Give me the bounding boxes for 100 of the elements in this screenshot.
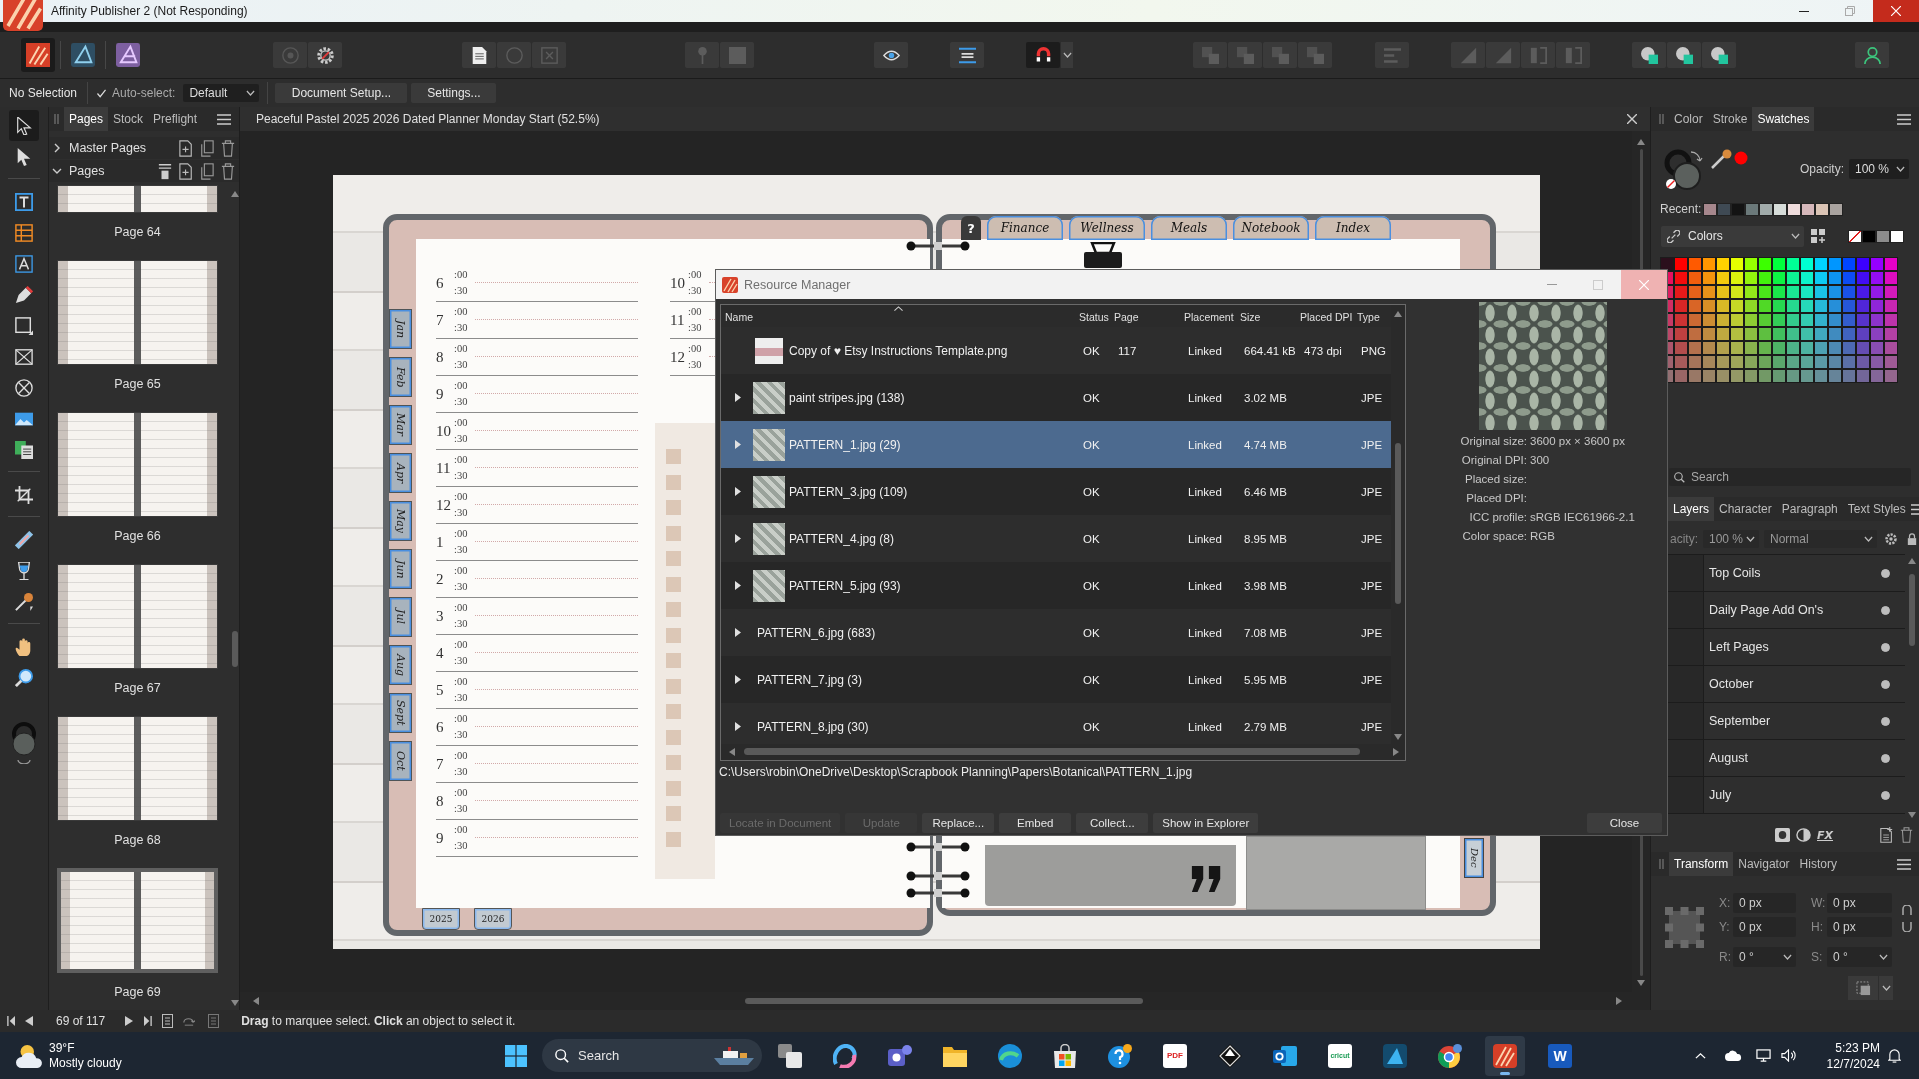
panel-tab[interactable]: Stroke — [1707, 107, 1753, 131]
swatch-icon[interactable] — [1786, 285, 1800, 299]
swatch-icon[interactable] — [1800, 341, 1814, 355]
swatch-icon[interactable] — [1772, 369, 1786, 383]
visibility-dot-icon[interactable] — [1881, 605, 1890, 615]
swatch-icon[interactable] — [1674, 341, 1688, 355]
month-tab[interactable]: Jul — [389, 597, 412, 637]
square-dashed-icon[interactable] — [1855, 980, 1871, 996]
settings-button[interactable]: Settings... — [411, 83, 497, 103]
swatch-icon[interactable] — [1772, 299, 1786, 313]
crop-icon[interactable] — [15, 485, 33, 504]
arrow-up-icon[interactable] — [1908, 558, 1916, 564]
grip-icon[interactable] — [54, 114, 59, 124]
trash-icon[interactable] — [221, 139, 235, 157]
swatch-icon[interactable] — [1744, 271, 1758, 285]
page-thumbnail[interactable] — [57, 868, 218, 973]
insert-icon[interactable] — [158, 162, 172, 180]
arrow-down-icon[interactable] — [231, 1000, 239, 1006]
swatch-icon[interactable] — [1744, 313, 1758, 327]
shapes-icon[interactable] — [1710, 46, 1728, 64]
swatch-icon[interactable] — [1800, 313, 1814, 327]
toolbar-button[interactable] — [1702, 42, 1736, 68]
minimize-icon[interactable] — [1799, 10, 1809, 12]
clock-time[interactable]: 5:23 PM — [1835, 1039, 1880, 1056]
squares-icon[interactable] — [778, 1043, 802, 1068]
swatch-icon[interactable] — [1800, 355, 1814, 369]
swatch-icon[interactable] — [1716, 313, 1730, 327]
show-in-explorer-button[interactable]: Show in Explorer — [1153, 813, 1259, 833]
swatch-icon[interactable] — [1772, 285, 1786, 299]
panel-tab[interactable]: Character — [1714, 497, 1777, 521]
expand-triangle-icon[interactable] — [735, 393, 741, 402]
column-header[interactable]: Size — [1236, 305, 1296, 327]
search-input[interactable]: Search — [1691, 470, 1891, 484]
swatch-icon[interactable] — [1744, 257, 1758, 271]
swatch-icon[interactable] — [1870, 355, 1884, 369]
visibility-dot-icon[interactable] — [1881, 753, 1890, 763]
arrow-right-icon[interactable] — [1393, 748, 1399, 756]
swatch-icon[interactable] — [1814, 355, 1828, 369]
column-header[interactable]: Status — [1075, 305, 1110, 327]
toolbar-button[interactable] — [874, 42, 908, 68]
arrow-down-icon[interactable] — [1637, 980, 1645, 986]
swatch-icon[interactable] — [1731, 202, 1745, 216]
swatch-icon[interactable] — [1884, 369, 1898, 383]
swatch-icon[interactable] — [1688, 271, 1702, 285]
swatch-icon[interactable] — [1674, 313, 1688, 327]
panel-tab[interactable]: Swatches — [1752, 107, 1815, 131]
opacity-dropdown[interactable]: 100 % — [1703, 530, 1759, 548]
link-icon[interactable] — [1901, 905, 1913, 932]
toolbar-button[interactable] — [1667, 42, 1701, 68]
swatch-icon[interactable] — [1828, 341, 1842, 355]
hand-icon[interactable] — [15, 637, 33, 656]
shapes-icon[interactable] — [1675, 46, 1693, 64]
column-header[interactable]: Page — [1110, 305, 1180, 327]
swatch-icon[interactable] — [1870, 299, 1884, 313]
first-icon[interactable] — [7, 1016, 15, 1026]
search-field[interactable]: Search — [542, 1039, 762, 1072]
menu-icon[interactable] — [1897, 113, 1911, 125]
swatch-icon[interactable] — [1674, 327, 1688, 341]
swatch-icon[interactable] — [1814, 285, 1828, 299]
swatch-icon[interactable] — [1814, 257, 1828, 271]
mode-dropdown[interactable]: Default — [183, 84, 260, 102]
chevron-right-icon[interactable] — [54, 143, 60, 153]
swatch-icon[interactable] — [1702, 327, 1716, 341]
scroll-thumb[interactable] — [1909, 574, 1915, 646]
page-thumbnail[interactable] — [57, 564, 218, 669]
swatch-icon[interactable] — [1876, 229, 1890, 243]
arrow-left-icon[interactable] — [253, 997, 259, 1005]
chevron-down-icon[interactable] — [1881, 985, 1891, 991]
scroll-thumb[interactable] — [744, 748, 1360, 755]
arrow-left-icon[interactable] — [729, 748, 735, 756]
swatch-icon[interactable] — [1730, 285, 1744, 299]
grip-icon[interactable] — [1659, 114, 1664, 124]
taskbar-button[interactable]: W — [1540, 1035, 1580, 1076]
input-field[interactable]: 0 px — [1733, 917, 1796, 937]
scroll-thumb[interactable] — [1395, 443, 1401, 604]
table-row[interactable]: PATTERN_1.jpg (29) OK Linked 4.74 MB JPE — [721, 421, 1391, 468]
chevron-down-icon[interactable] — [1746, 536, 1756, 542]
swatch-icon[interactable] — [1787, 202, 1801, 216]
swatch-icon[interactable] — [1730, 313, 1744, 327]
swatch-icon[interactable] — [1814, 313, 1828, 327]
swatch-icon[interactable] — [1759, 202, 1773, 216]
menu-icon[interactable] — [1897, 858, 1911, 870]
fill-stroke-icon[interactable] — [1664, 149, 1704, 191]
swatch-icon[interactable] — [1703, 202, 1717, 216]
pointer-icon[interactable] — [15, 116, 33, 135]
layer-row[interactable]: October — [1668, 666, 1905, 703]
table-row[interactable]: PATTERN_4.jpg (8) OK Linked 8.95 MB JPE — [721, 515, 1391, 562]
visibility-dot-icon[interactable] — [1881, 790, 1890, 800]
swatch-icon[interactable] — [1884, 355, 1898, 369]
swatch-icon[interactable] — [1716, 355, 1730, 369]
text-icon[interactable] — [15, 254, 33, 273]
swatch-icon[interactable] — [1758, 341, 1772, 355]
swatch-icon[interactable] — [1758, 369, 1772, 383]
chevron-down-icon[interactable] — [1896, 166, 1905, 172]
rectangle-icon[interactable] — [15, 316, 33, 335]
swatch-icon[interactable] — [1730, 341, 1744, 355]
transform-options-button[interactable] — [1848, 976, 1878, 1000]
panel-tab[interactable]: Pages — [64, 107, 109, 131]
swatch-icon[interactable] — [1870, 341, 1884, 355]
swatch-icon[interactable] — [1800, 257, 1814, 271]
